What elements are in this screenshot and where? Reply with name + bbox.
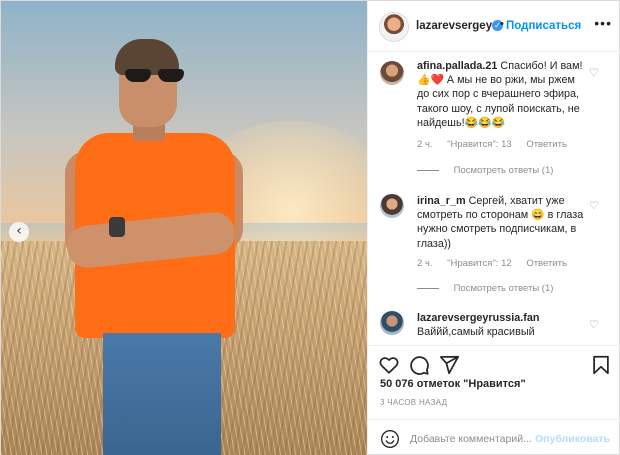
comment-meta: 2 ч. "Нравится": 13 Ответить xyxy=(417,139,579,150)
comment-age: 2 ч. xyxy=(417,139,433,150)
follow-button[interactable]: Подписаться xyxy=(506,20,581,32)
reply-button[interactable]: Ответить xyxy=(526,258,567,269)
comment-meta: 2 ч. "Нравится": 12 Ответить xyxy=(417,258,579,269)
comment-input[interactable] xyxy=(410,430,536,448)
post-photo[interactable]: ‹ xyxy=(1,1,367,455)
heart-icon[interactable] xyxy=(378,354,400,376)
post-timestamp[interactable]: 3 ЧАСОВ НАЗАД xyxy=(380,398,447,407)
commenter-avatar[interactable] xyxy=(380,311,404,335)
comment-text: afina.pallada.21 Спасибо! И вам! 👍❤️ А м… xyxy=(417,59,589,130)
comment-icon[interactable] xyxy=(408,354,430,376)
commenter-avatar[interactable] xyxy=(380,61,404,85)
reply-button[interactable]: Ответить xyxy=(526,139,567,150)
comment-body: Ваййй,самый красивый xyxy=(417,326,535,339)
commenter-avatar[interactable] xyxy=(380,194,404,218)
bookmark-icon[interactable] xyxy=(590,354,612,376)
publish-button[interactable]: Опубликовать xyxy=(535,433,610,445)
share-icon[interactable] xyxy=(438,354,460,376)
commenter-username[interactable]: irina_r_m xyxy=(417,195,466,207)
comment-item: afina.pallada.21 Спасибо! И вам! 👍❤️ А м… xyxy=(368,59,620,185)
emoji-icon[interactable] xyxy=(380,429,400,449)
man-figure xyxy=(59,39,249,455)
commenter-username[interactable]: lazarevsergeyrussia.fan xyxy=(417,312,539,324)
comment-likes[interactable]: "Нравится": 13 xyxy=(447,139,512,150)
add-comment-bar: Опубликовать xyxy=(368,419,620,455)
ripped-jeans xyxy=(103,333,221,455)
view-replies-label[interactable]: Посмотреть ответы (1) xyxy=(454,165,554,176)
comment-likes[interactable]: "Нравится": 12 xyxy=(447,258,512,269)
commenter-username[interactable]: afina.pallada.21 xyxy=(417,60,497,72)
post-side-panel: lazarevsergey ✓ • Подписаться ••• afina.… xyxy=(367,1,620,455)
comment-text: lazarevsergeyrussia.fan Ваййй,самый крас… xyxy=(417,311,589,339)
sunglasses xyxy=(125,69,187,83)
view-replies-link[interactable]: Посмотреть ответы (1) xyxy=(417,165,554,176)
wristwatch xyxy=(109,217,125,237)
post-header: lazarevsergey ✓ • Подписаться ••• xyxy=(368,1,620,52)
likes-count[interactable]: 50 076 отметок "Нравится" xyxy=(380,378,526,390)
author-username[interactable]: lazarevsergey xyxy=(416,20,492,32)
comment-like-icon[interactable]: ♡ xyxy=(589,200,600,211)
comment-like-icon[interactable]: ♡ xyxy=(589,67,600,78)
comment-text: irina_r_m Сергей, хватит уже смотреть по… xyxy=(417,194,589,251)
comment-like-icon[interactable]: ♡ xyxy=(589,319,600,330)
author-avatar[interactable] xyxy=(380,13,408,41)
instagram-post: ‹ lazarevsergey ✓ • Подписаться ••• afin… xyxy=(0,0,620,455)
comment-age: 2 ч. xyxy=(417,258,433,269)
more-options-icon[interactable]: ••• xyxy=(594,15,612,31)
view-replies-link[interactable]: Посмотреть ответы (1) xyxy=(417,283,554,294)
comment-item: irina_r_m Сергей, хватит уже смотреть по… xyxy=(368,194,620,298)
comment-item: lazarevsergeyrussia.fan Ваййй,самый крас… xyxy=(368,311,620,343)
view-replies-label[interactable]: Посмотреть ответы (1) xyxy=(454,283,554,294)
separator-dot: • xyxy=(500,18,504,30)
chevron-left-icon[interactable]: ‹ xyxy=(9,222,29,242)
